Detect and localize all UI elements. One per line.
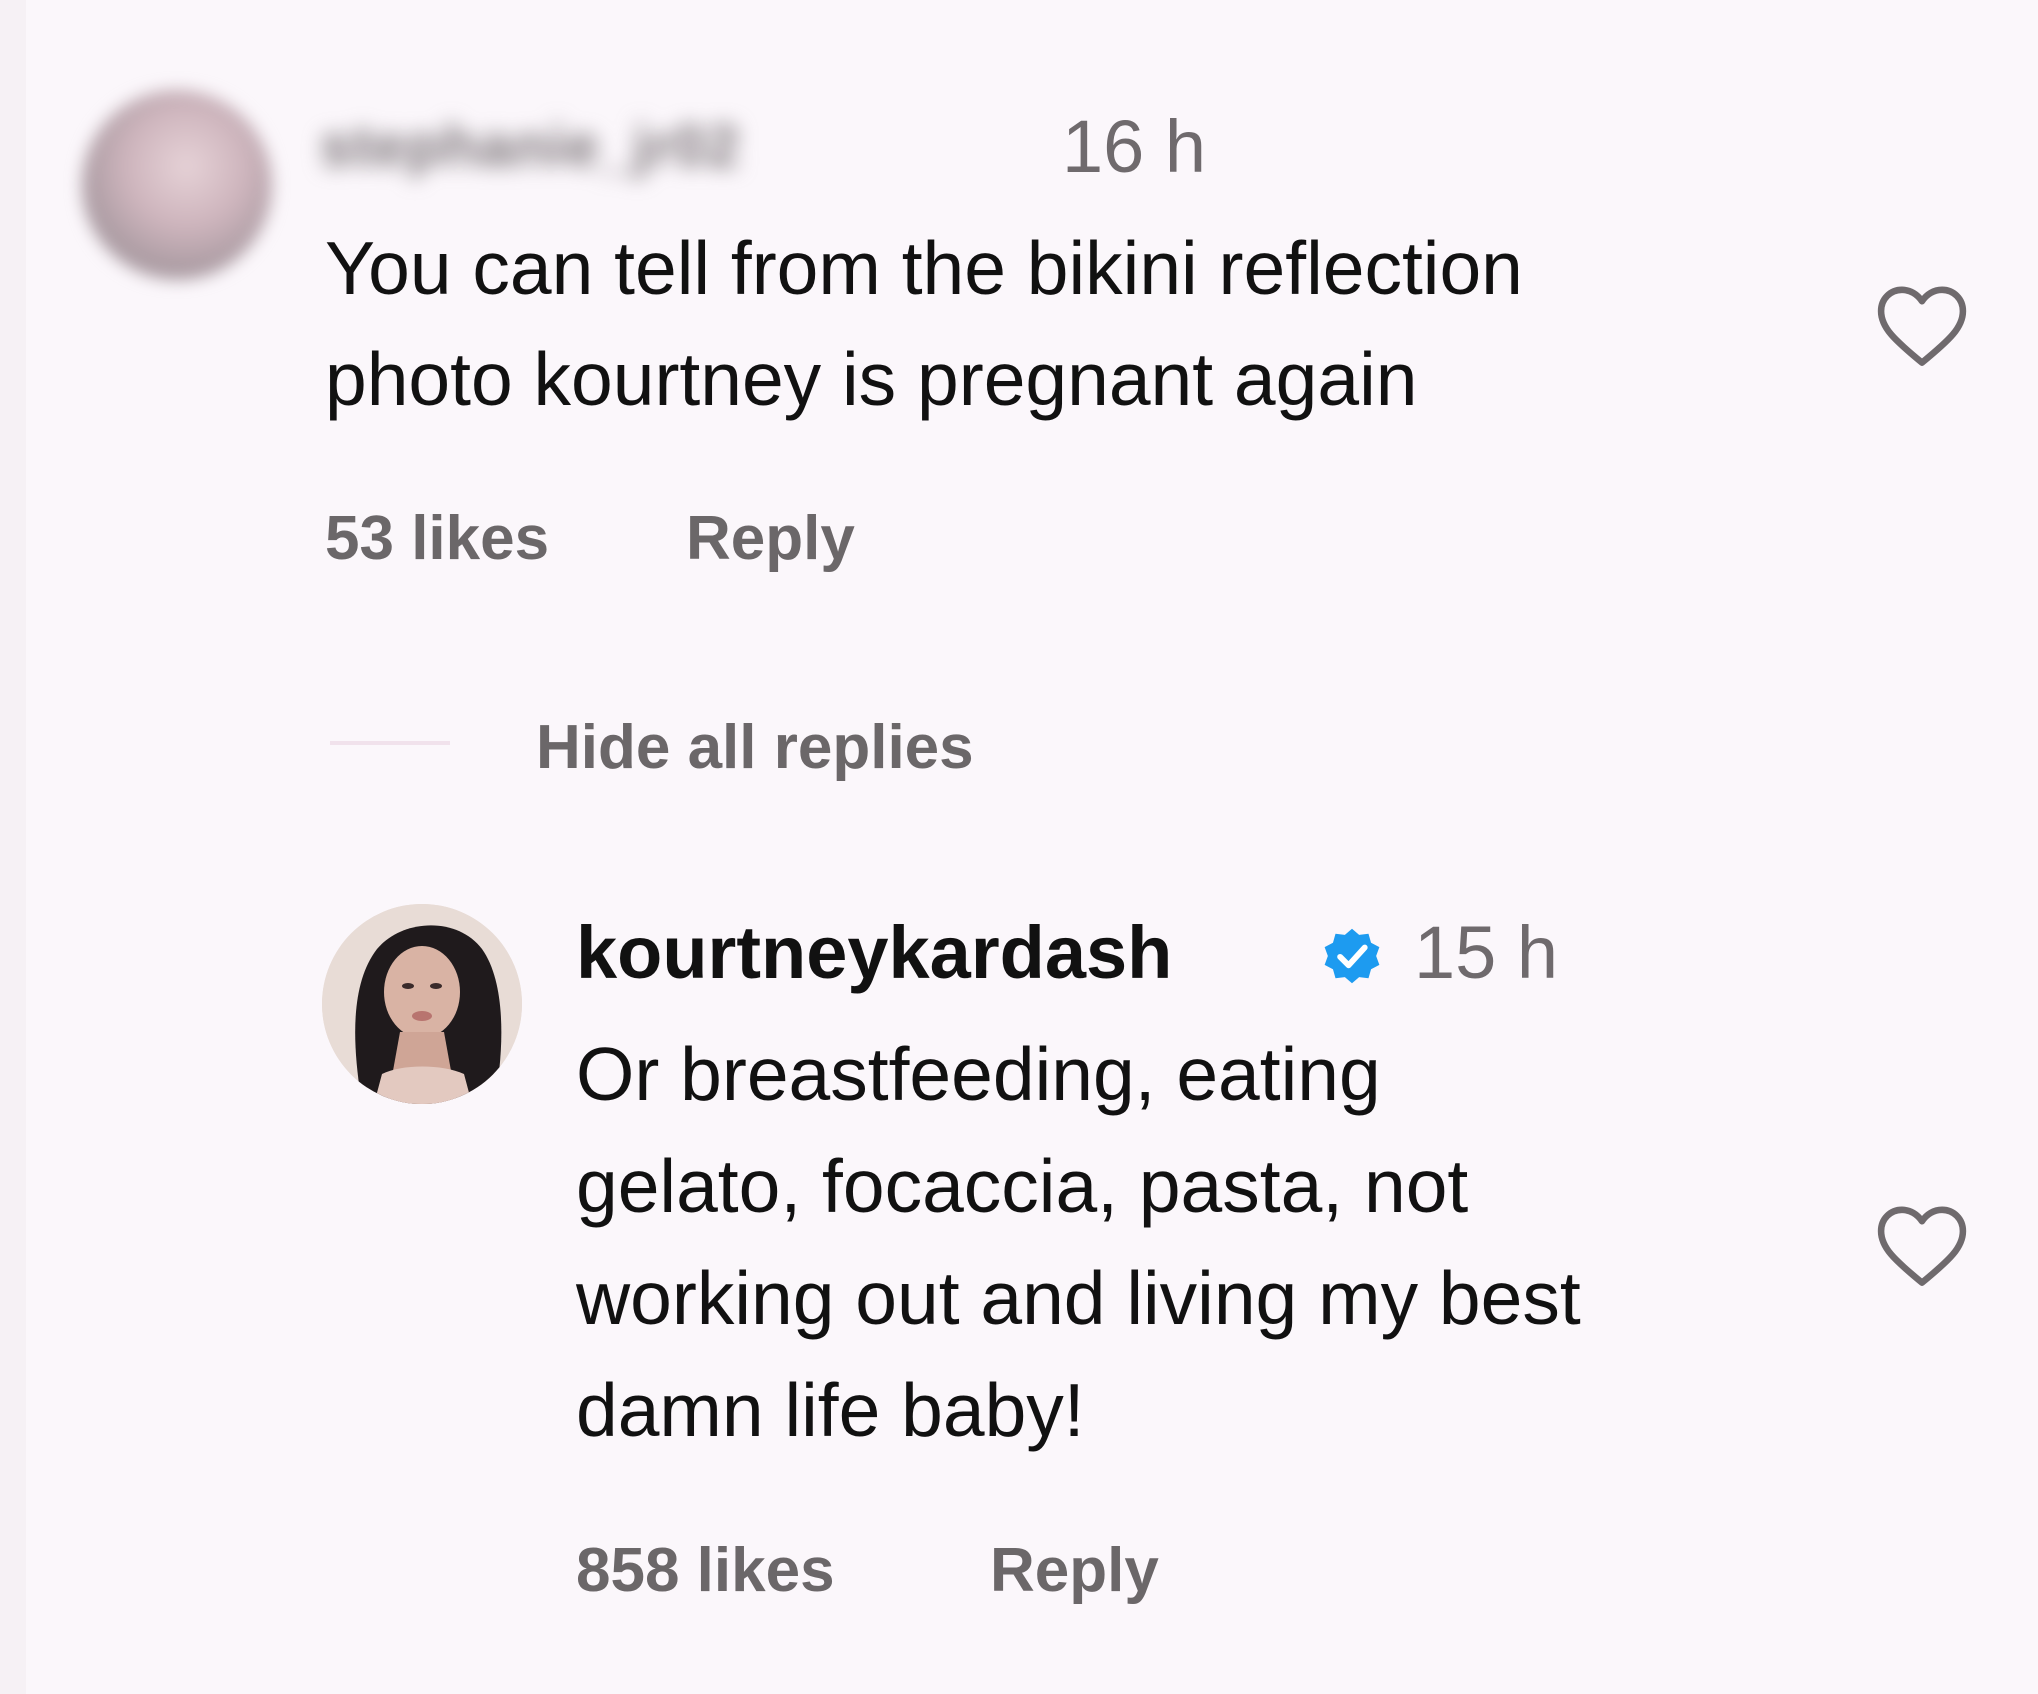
reply-likes-count[interactable]: 858 likes	[576, 1535, 835, 1606]
comment-text: You can tell from the bikini reflection …	[325, 226, 1523, 421]
reply-avatar[interactable]	[322, 904, 522, 1104]
comment-likes-count[interactable]: 53 likes	[325, 503, 549, 574]
verified-badge-icon	[1324, 928, 1380, 984]
avatar-photo-icon	[322, 904, 522, 1104]
heart-outline-icon[interactable]	[1872, 280, 1972, 370]
reply-timestamp: 15 h	[1414, 911, 1559, 994]
commenter-avatar[interactable]	[82, 90, 272, 280]
reply-text: Or breastfeeding, eating gelato, focacci…	[576, 1032, 1581, 1452]
commenter-username[interactable]: stephanie_jr02	[320, 114, 1050, 179]
reply-username[interactable]: kourtneykardash	[576, 916, 1172, 990]
heart-outline-icon[interactable]	[1872, 1200, 1972, 1290]
replies-divider-line	[330, 741, 450, 745]
comment-reply-button[interactable]: Reply	[686, 503, 855, 574]
reply-reply-button[interactable]: Reply	[990, 1535, 1159, 1606]
hide-all-replies-button[interactable]: Hide all replies	[536, 712, 974, 783]
comment-timestamp: 16 h	[1062, 105, 1207, 188]
left-edge-strip	[0, 0, 26, 1694]
blurred-username-text: stephanie_jr02	[320, 113, 741, 179]
